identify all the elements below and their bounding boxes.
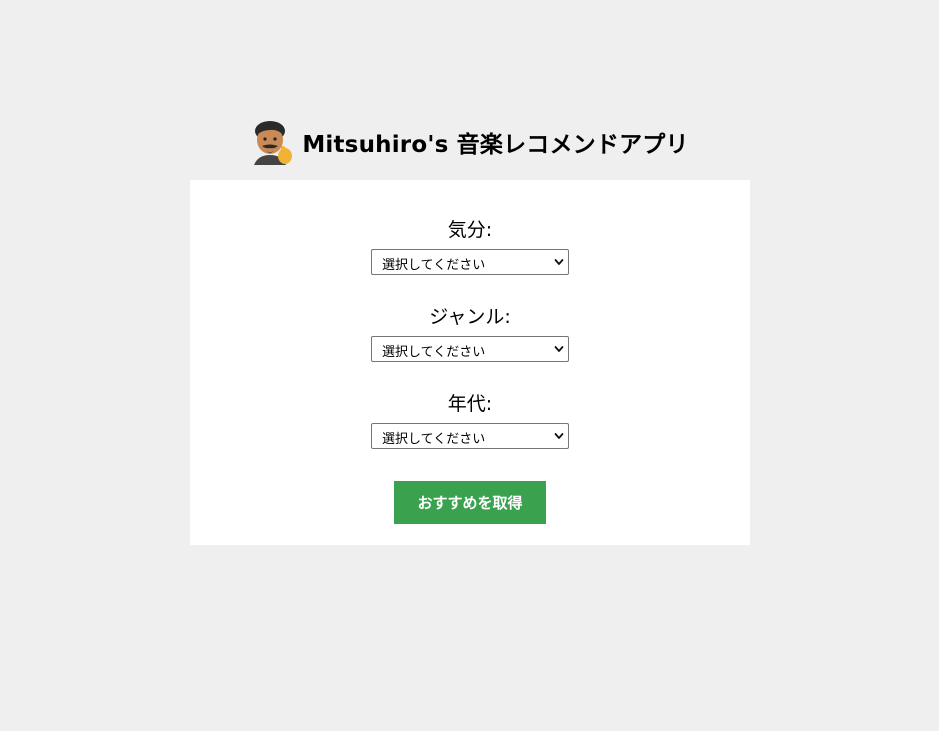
era-select-value: 選択してください — [382, 432, 486, 447]
genre-field: ジャンル: 選択してください — [190, 304, 750, 362]
era-label: 年代: — [447, 393, 493, 415]
era-select[interactable]: 選択してください — [371, 423, 569, 449]
chevron-down-icon — [554, 433, 564, 439]
chevron-down-icon — [554, 346, 564, 352]
mood-select[interactable]: 選択してください — [371, 249, 569, 275]
mood-select-value: 選択してください — [382, 258, 486, 273]
recommendation-form: 気分: 選択してください ジャンル: 選択してください 年代: 選択してください… — [190, 180, 750, 545]
page-title: Mitsuhiro's 音楽レコメンドアプリ — [302, 132, 689, 158]
memoji-avatar-icon — [254, 121, 293, 165]
mood-label: 気分: — [447, 219, 493, 241]
app-header: Mitsuhiro's 音楽レコメンドアプリ — [0, 118, 939, 166]
get-recommendation-button[interactable]: おすすめを取得 — [394, 481, 546, 524]
genre-select[interactable]: 選択してください — [371, 336, 569, 362]
genre-select-value: 選択してください — [382, 345, 486, 360]
genre-label: ジャンル: — [429, 306, 511, 328]
mood-field: 気分: 選択してください — [190, 217, 750, 275]
chevron-down-icon — [554, 259, 564, 265]
era-field: 年代: 選択してください — [190, 391, 750, 449]
